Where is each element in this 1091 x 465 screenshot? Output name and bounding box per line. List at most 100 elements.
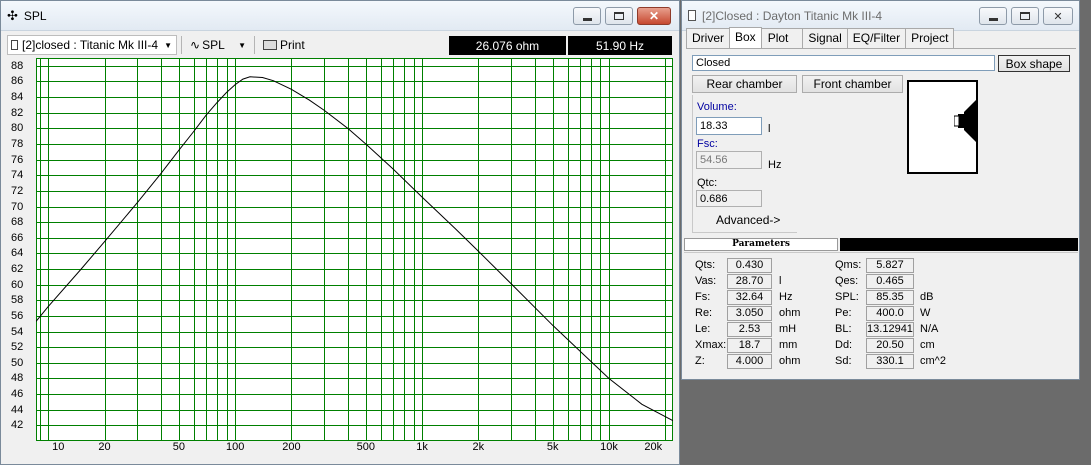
param-value: 0.465 [866,274,914,289]
y-tick-label: 74 [11,169,24,182]
param-unit: W [920,307,931,319]
fsc-field: 54.56 [696,151,762,169]
param-label: Dd: [835,339,853,351]
mode-select[interactable]: ∿ SPL ▼ [186,35,250,55]
x-tick-label: 1k [416,441,428,453]
x-tick-label: 20 [98,441,111,453]
maximize-icon [1020,12,1030,20]
driver-select[interactable]: [2]closed : Titanic Mk III-4 ▼ [7,35,177,55]
qtc-label: Qtc: [697,177,718,189]
parameters-bar [840,238,1078,251]
y-tick-label: 62 [11,263,24,276]
box-diagram [907,80,978,174]
y-tick-label: 56 [11,309,24,322]
param-label: SPL: [835,291,859,303]
rear-chamber-button[interactable]: Rear chamber [692,75,797,93]
close-button[interactable]: ✕ [1043,7,1073,25]
param-label: BL: [835,323,852,335]
param-value: 13.12941 [866,322,914,337]
y-tick-label: 72 [11,184,24,197]
box-type-field[interactable]: Closed [692,55,995,71]
param-label: Qes: [835,275,859,287]
param-unit: ohm [779,307,801,319]
y-axis-labels: 88 86 84 82 80 78 76 74 72 70 68 66 64 62 60 58 56 54 52 50… [9,58,35,441]
impedance-readout: 26.076 ohm [449,36,566,55]
maximize-button[interactable] [605,7,633,25]
param-value: 18.7 [727,338,772,353]
print-label: Print [280,38,305,52]
qtc-field: 0.686 [696,190,762,207]
minimize-button[interactable] [573,7,601,25]
speaker-icon [954,100,976,142]
param-value: 4.000 [727,354,772,369]
fsc-unit: Hz [768,159,782,171]
driver-select-value: [2]closed : Titanic Mk III-4 [22,38,159,52]
x-tick-label: 10k [600,441,618,453]
tab-plot[interactable]: Plot [760,28,804,48]
y-tick-label: 86 [11,75,24,88]
param-label: Le: [695,323,711,335]
close-button[interactable]: ✕ [637,7,671,25]
maximize-icon [614,12,624,20]
y-tick-label: 66 [11,231,24,244]
x-tick-label: 10 [52,441,65,453]
x-tick-label: 20k [644,441,663,453]
document-icon [11,40,18,50]
param-value: 400.0 [866,306,914,321]
y-tick-label: 52 [11,341,24,354]
x-axis-labels: 10 20 50 100 200 500 1k 2k 5k 10k 20k [36,441,673,455]
close-icon: ✕ [1053,10,1063,23]
parameters-header: Parameters [684,238,1078,251]
tab-box[interactable]: Box [729,27,762,48]
front-chamber-button[interactable]: Front chamber [802,75,903,93]
spl-chart-area[interactable] [36,58,673,441]
y-tick-label: 60 [11,278,24,291]
spl-window: ✣ SPL ✕ [2]closed : Titanic Mk III-4 ▼ ∿… [0,0,680,465]
param-label: Fs: [695,291,711,303]
x-tick-label: 200 [282,441,301,453]
plot-border [36,58,673,441]
parameters-tab[interactable]: Parameters [684,238,838,251]
y-tick-label: 80 [11,122,24,135]
param-value: 2.53 [727,322,772,337]
volume-unit: l [768,123,771,135]
y-tick-label: 64 [11,247,24,260]
advanced-button[interactable]: Advanced-> [716,213,780,227]
minimize-button[interactable] [979,7,1007,25]
y-tick-label: 44 [11,403,24,416]
param-value: 85.35 [866,290,914,305]
y-tick-label: 76 [11,153,24,166]
param-value: 28.70 [727,274,772,289]
mode-select-value: SPL [202,38,225,52]
y-tick-label: 50 [11,356,24,369]
y-tick-label: 48 [11,372,24,385]
tab-project[interactable]: Project [905,28,955,48]
param-label: Xmax: [695,339,727,351]
crosshair-icon: ✣ [7,7,18,23]
param-label: Z: [695,355,705,367]
fsc-label: Fsc: [697,138,718,150]
tab-panel [686,48,1076,49]
volume-input[interactable]: 18.33 [696,117,762,135]
tab-driver[interactable]: Driver [686,28,730,48]
tab-signal[interactable]: Signal [802,28,848,48]
tab-eq-filter[interactable]: EQ/Filter [846,28,907,48]
y-tick-label: 54 [11,325,24,338]
param-unit: mm [779,339,798,351]
wave-icon: ∿ [190,38,201,52]
toolbar-separator [181,36,182,54]
y-tick-label: 70 [11,200,24,213]
param-label: Pe: [835,307,852,319]
close-icon: ✕ [648,9,660,23]
maximize-button[interactable] [1011,7,1039,25]
x-tick-label: 5k [546,441,559,453]
param-label: Re: [695,307,713,319]
toolbar-separator [254,36,255,54]
param-value: 0.430 [727,258,772,273]
param-value: 20.50 [866,338,914,353]
box-shape-button[interactable]: Box shape [998,55,1070,72]
param-unit: cm^2 [920,355,946,367]
print-button[interactable]: Print [259,35,309,55]
y-tick-label: 46 [11,388,24,401]
y-tick-label: 88 [11,59,24,72]
